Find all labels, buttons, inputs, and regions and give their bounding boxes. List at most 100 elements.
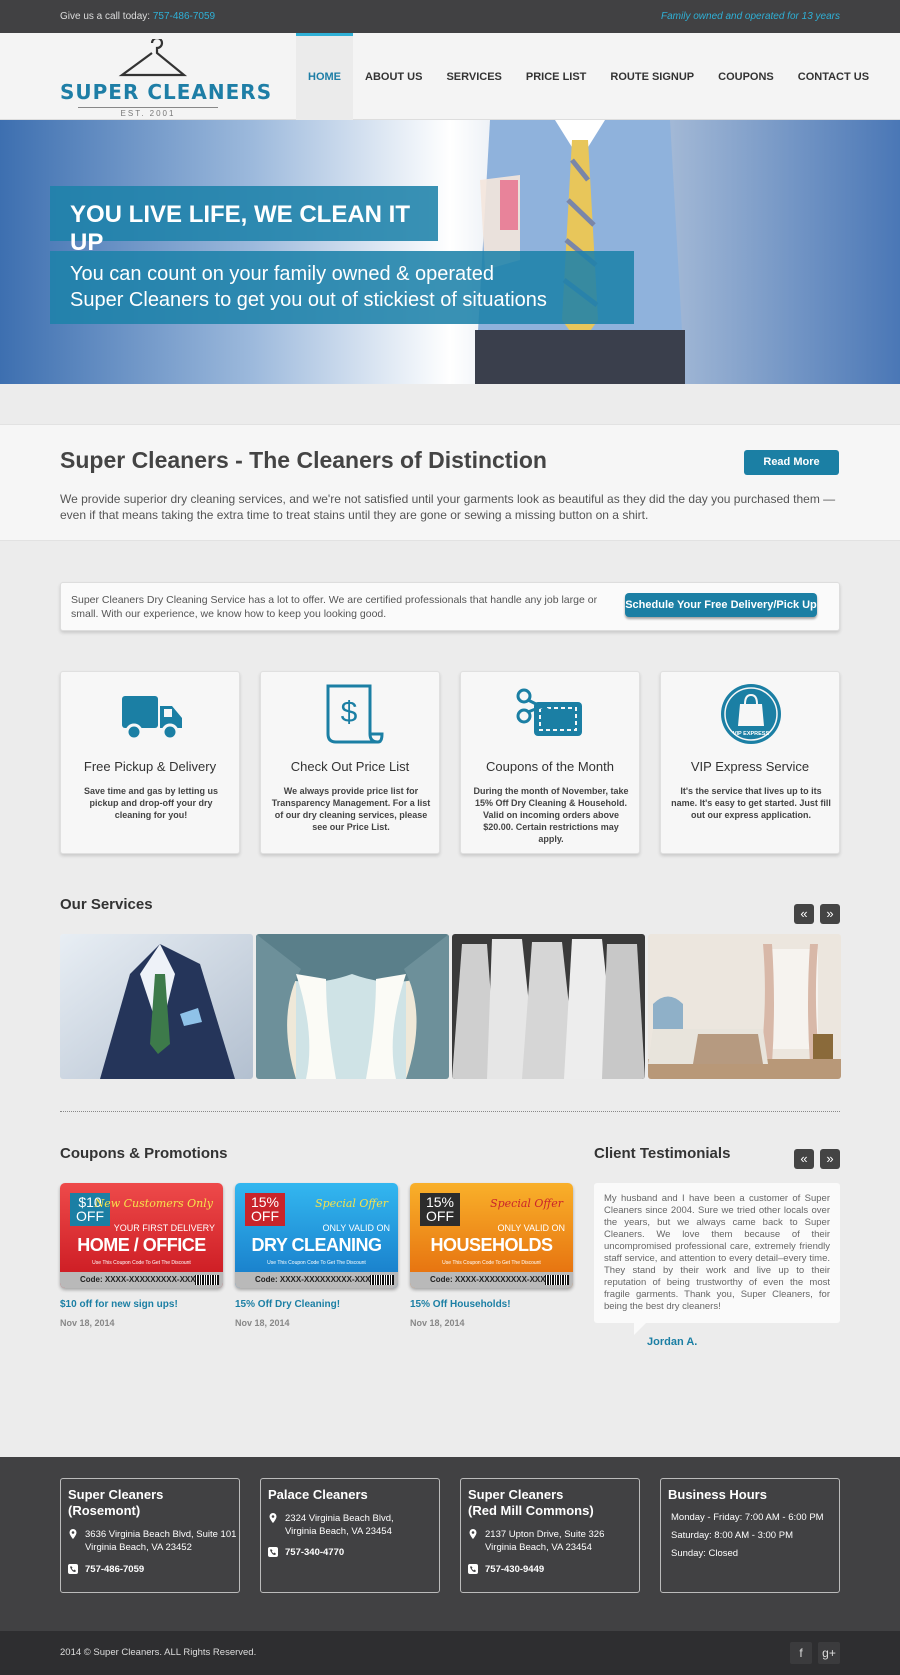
services-gallery bbox=[60, 934, 841, 1079]
coupon-caption[interactable]: $10 off for new sign ups! bbox=[60, 1299, 223, 1310]
testimonial-bubble: My husband and I have been a customer of… bbox=[594, 1183, 840, 1335]
location-name-line2: (Rosemont) bbox=[68, 1503, 141, 1518]
testimonial-author: Jordan A. bbox=[647, 1336, 698, 1348]
coupon-special: New Customers Only bbox=[94, 1197, 213, 1210]
feature-card-price-list[interactable]: $ Check Out Price List We always provide… bbox=[260, 671, 440, 854]
coupon-sub: ONLY VALID ON bbox=[322, 1223, 390, 1233]
services-next-button[interactable]: » bbox=[820, 904, 840, 924]
address-line2: Virginia Beach, VA 23452 bbox=[85, 1542, 192, 1553]
schedule-delivery-button[interactable]: Schedule Your Free Delivery/Pick Up bbox=[625, 593, 817, 617]
header: SUPER CLEANERS EST. 2001 HOME ABOUT US S… bbox=[0, 33, 900, 120]
feature-card-vip[interactable]: VIP EXPRESS VIP Express Service It's the… bbox=[660, 671, 840, 854]
intro-title: Super Cleaners - The Cleaners of Distinc… bbox=[60, 447, 547, 473]
location-name-line1: Super Cleaners bbox=[468, 1487, 564, 1502]
feature-text: During the month of November, take 15% O… bbox=[473, 786, 629, 844]
features-row: Free Pickup & Delivery Save time and gas… bbox=[60, 671, 840, 854]
hours-line: Monday - Friday: 7:00 AM - 6:00 PM bbox=[671, 1512, 824, 1523]
location-address: 3636 Virginia Beach Blvd, Suite 101 Virgi… bbox=[68, 1528, 236, 1554]
phone-number[interactable]: 757-486-7059 bbox=[85, 1563, 144, 1576]
services-prev-button[interactable]: « bbox=[794, 904, 814, 924]
intro-text: We provide superior dry cleaning service… bbox=[60, 492, 836, 522]
coupon-main: HOUSEHOLDS bbox=[430, 1235, 553, 1255]
feature-text: We always provide price list for Transpa… bbox=[271, 786, 431, 832]
top-bar: Give us a call today: 757-486-7059 Famil… bbox=[0, 0, 900, 33]
location-phone[interactable]: 757-340-4770 bbox=[268, 1546, 344, 1559]
offer-text: Super Cleaners Dry Cleaning Service has … bbox=[71, 594, 598, 620]
social-links: f g+ bbox=[790, 1642, 840, 1664]
nav-services[interactable]: SERVICES bbox=[434, 33, 513, 120]
coupon-code-text: Code: XXXX-XXXXXXXXX-XXX bbox=[80, 1275, 196, 1284]
suit-image[interactable] bbox=[60, 934, 253, 1079]
hero-sub-line1: You can count on your family owned & ope… bbox=[70, 263, 494, 285]
feature-card-pickup[interactable]: Free Pickup & Delivery Save time and gas… bbox=[60, 671, 240, 854]
wedding-dresses-image[interactable] bbox=[452, 934, 645, 1079]
coupon-use: Use This Coupon Code To Get The Discount bbox=[92, 1260, 191, 1266]
barcode-icon bbox=[545, 1275, 569, 1285]
services-arrows: « » bbox=[794, 904, 840, 924]
testimonials-arrows: « » bbox=[794, 1149, 840, 1169]
hours-line: Sunday: Closed bbox=[671, 1548, 739, 1559]
coupon-sub: YOUR FIRST DELIVERY bbox=[113, 1223, 215, 1233]
coupon-card[interactable]: $10 OFF New Customers Only YOUR FIRST DE… bbox=[60, 1183, 223, 1328]
location-name-line2: (Red Mill Commons) bbox=[468, 1503, 594, 1518]
address-line2: Virginia Beach, VA 23454 bbox=[485, 1542, 592, 1553]
coupon-use: Use This Coupon Code To Get The Discount bbox=[442, 1260, 541, 1266]
copyright-bar: 2014 © Super Cleaners. ALL Rights Reserv… bbox=[0, 1631, 900, 1675]
coupon-main: HOME / OFFICE bbox=[77, 1235, 206, 1255]
nav-route-signup[interactable]: ROUTE SIGNUP bbox=[598, 33, 706, 120]
google-plus-icon[interactable]: g+ bbox=[818, 1642, 840, 1664]
coupon-main: DRY CLEANING bbox=[251, 1235, 382, 1255]
hero-headline: YOU LIVE LIFE, WE CLEAN IT UP bbox=[50, 186, 438, 256]
nav-contact-us[interactable]: CONTACT US bbox=[786, 33, 881, 120]
coupon-code-text: Code: XXXX-XXXXXXXXX-XXX bbox=[430, 1275, 546, 1284]
location-phone[interactable]: 757-486-7059 bbox=[68, 1563, 144, 1576]
coupon-special: Special Offer bbox=[315, 1197, 388, 1210]
coupons-title: Coupons & Promotions bbox=[60, 1145, 228, 1162]
bubble-tail bbox=[634, 1323, 646, 1335]
bedroom-image[interactable] bbox=[648, 934, 841, 1079]
location-name-line1: Super Cleaners bbox=[68, 1487, 164, 1502]
phone-link[interactable]: 757-486-7059 bbox=[153, 11, 215, 22]
feature-card-coupons[interactable]: Coupons of the Month During the month of… bbox=[460, 671, 640, 854]
coupon-image[interactable]: $10 OFF New Customers Only YOUR FIRST DE… bbox=[60, 1183, 223, 1288]
testimonials-title: Client Testimonials bbox=[594, 1145, 731, 1162]
facebook-icon[interactable]: f bbox=[790, 1642, 812, 1664]
address-line1: 3636 Virginia Beach Blvd, Suite 101 bbox=[85, 1529, 237, 1540]
main-nav: HOME ABOUT US SERVICES PRICE LIST ROUTE … bbox=[296, 33, 881, 120]
nav-price-list[interactable]: PRICE LIST bbox=[514, 33, 599, 120]
phone-number[interactable]: 757-430-9449 bbox=[485, 1563, 544, 1576]
logo[interactable]: SUPER CLEANERS EST. 2001 bbox=[60, 37, 271, 118]
coupon-code: Code: XXXX-XXXXXXXXX-XXX bbox=[60, 1272, 223, 1288]
testimonials-prev-button[interactable]: « bbox=[794, 1149, 814, 1169]
map-pin-icon bbox=[69, 1529, 77, 1539]
testimonials-next-button[interactable]: » bbox=[820, 1149, 840, 1169]
coupon-caption[interactable]: 15% Off Dry Cleaning! bbox=[235, 1299, 398, 1310]
coupon-code: Code: XXXX-XXXXXXXXX-XXX bbox=[235, 1272, 398, 1288]
drapes-image[interactable] bbox=[256, 934, 449, 1079]
coupon-caption[interactable]: 15% Off Households! bbox=[410, 1299, 573, 1310]
logo-est: EST. 2001 bbox=[78, 107, 218, 118]
feature-title: Check Out Price List bbox=[290, 759, 410, 774]
address-line1: 2137 Upton Drive, Suite 326 bbox=[485, 1529, 605, 1540]
copyright-text: 2014 © Super Cleaners. ALL Rights Reserv… bbox=[60, 1647, 257, 1658]
footer: Super Cleaners (Rosemont) 3636 Virginia B… bbox=[0, 1457, 900, 1631]
coupon-image[interactable]: 15% OFF Special Offer ONLY VALID ON DRY … bbox=[235, 1183, 398, 1288]
read-more-button[interactable]: Read More bbox=[744, 450, 839, 475]
coupon-card[interactable]: 15% OFF Special Offer ONLY VALID ON DRY … bbox=[235, 1183, 398, 1328]
coupon-tag: 15% OFF bbox=[245, 1193, 285, 1226]
nav-coupons[interactable]: COUPONS bbox=[706, 33, 786, 120]
location-name: Super Cleaners (Red Mill Commons) bbox=[468, 1487, 594, 1519]
nav-home[interactable]: HOME bbox=[296, 33, 353, 120]
call-text: Give us a call today: 757-486-7059 bbox=[60, 11, 215, 22]
nav-about-us[interactable]: ABOUT US bbox=[353, 33, 434, 120]
hero-banner: YOU LIVE LIFE, WE CLEAN IT UP You can co… bbox=[0, 120, 900, 384]
location-phone[interactable]: 757-430-9449 bbox=[468, 1563, 544, 1576]
phone-number[interactable]: 757-340-4770 bbox=[285, 1546, 344, 1559]
coupon-image[interactable]: 15% OFF Special Offer ONLY VALID ON HOUS… bbox=[410, 1183, 573, 1288]
map-pin-icon bbox=[469, 1529, 477, 1539]
call-label: Give us a call today: bbox=[60, 11, 151, 22]
tagline: Family owned and operated for 13 years bbox=[661, 11, 840, 22]
coupon-code: Code: XXXX-XXXXXXXXX-XXX bbox=[410, 1272, 573, 1288]
intro-section: Super Cleaners - The Cleaners of Distinc… bbox=[0, 424, 900, 541]
coupon-card[interactable]: 15% OFF Special Offer ONLY VALID ON HOUS… bbox=[410, 1183, 573, 1328]
